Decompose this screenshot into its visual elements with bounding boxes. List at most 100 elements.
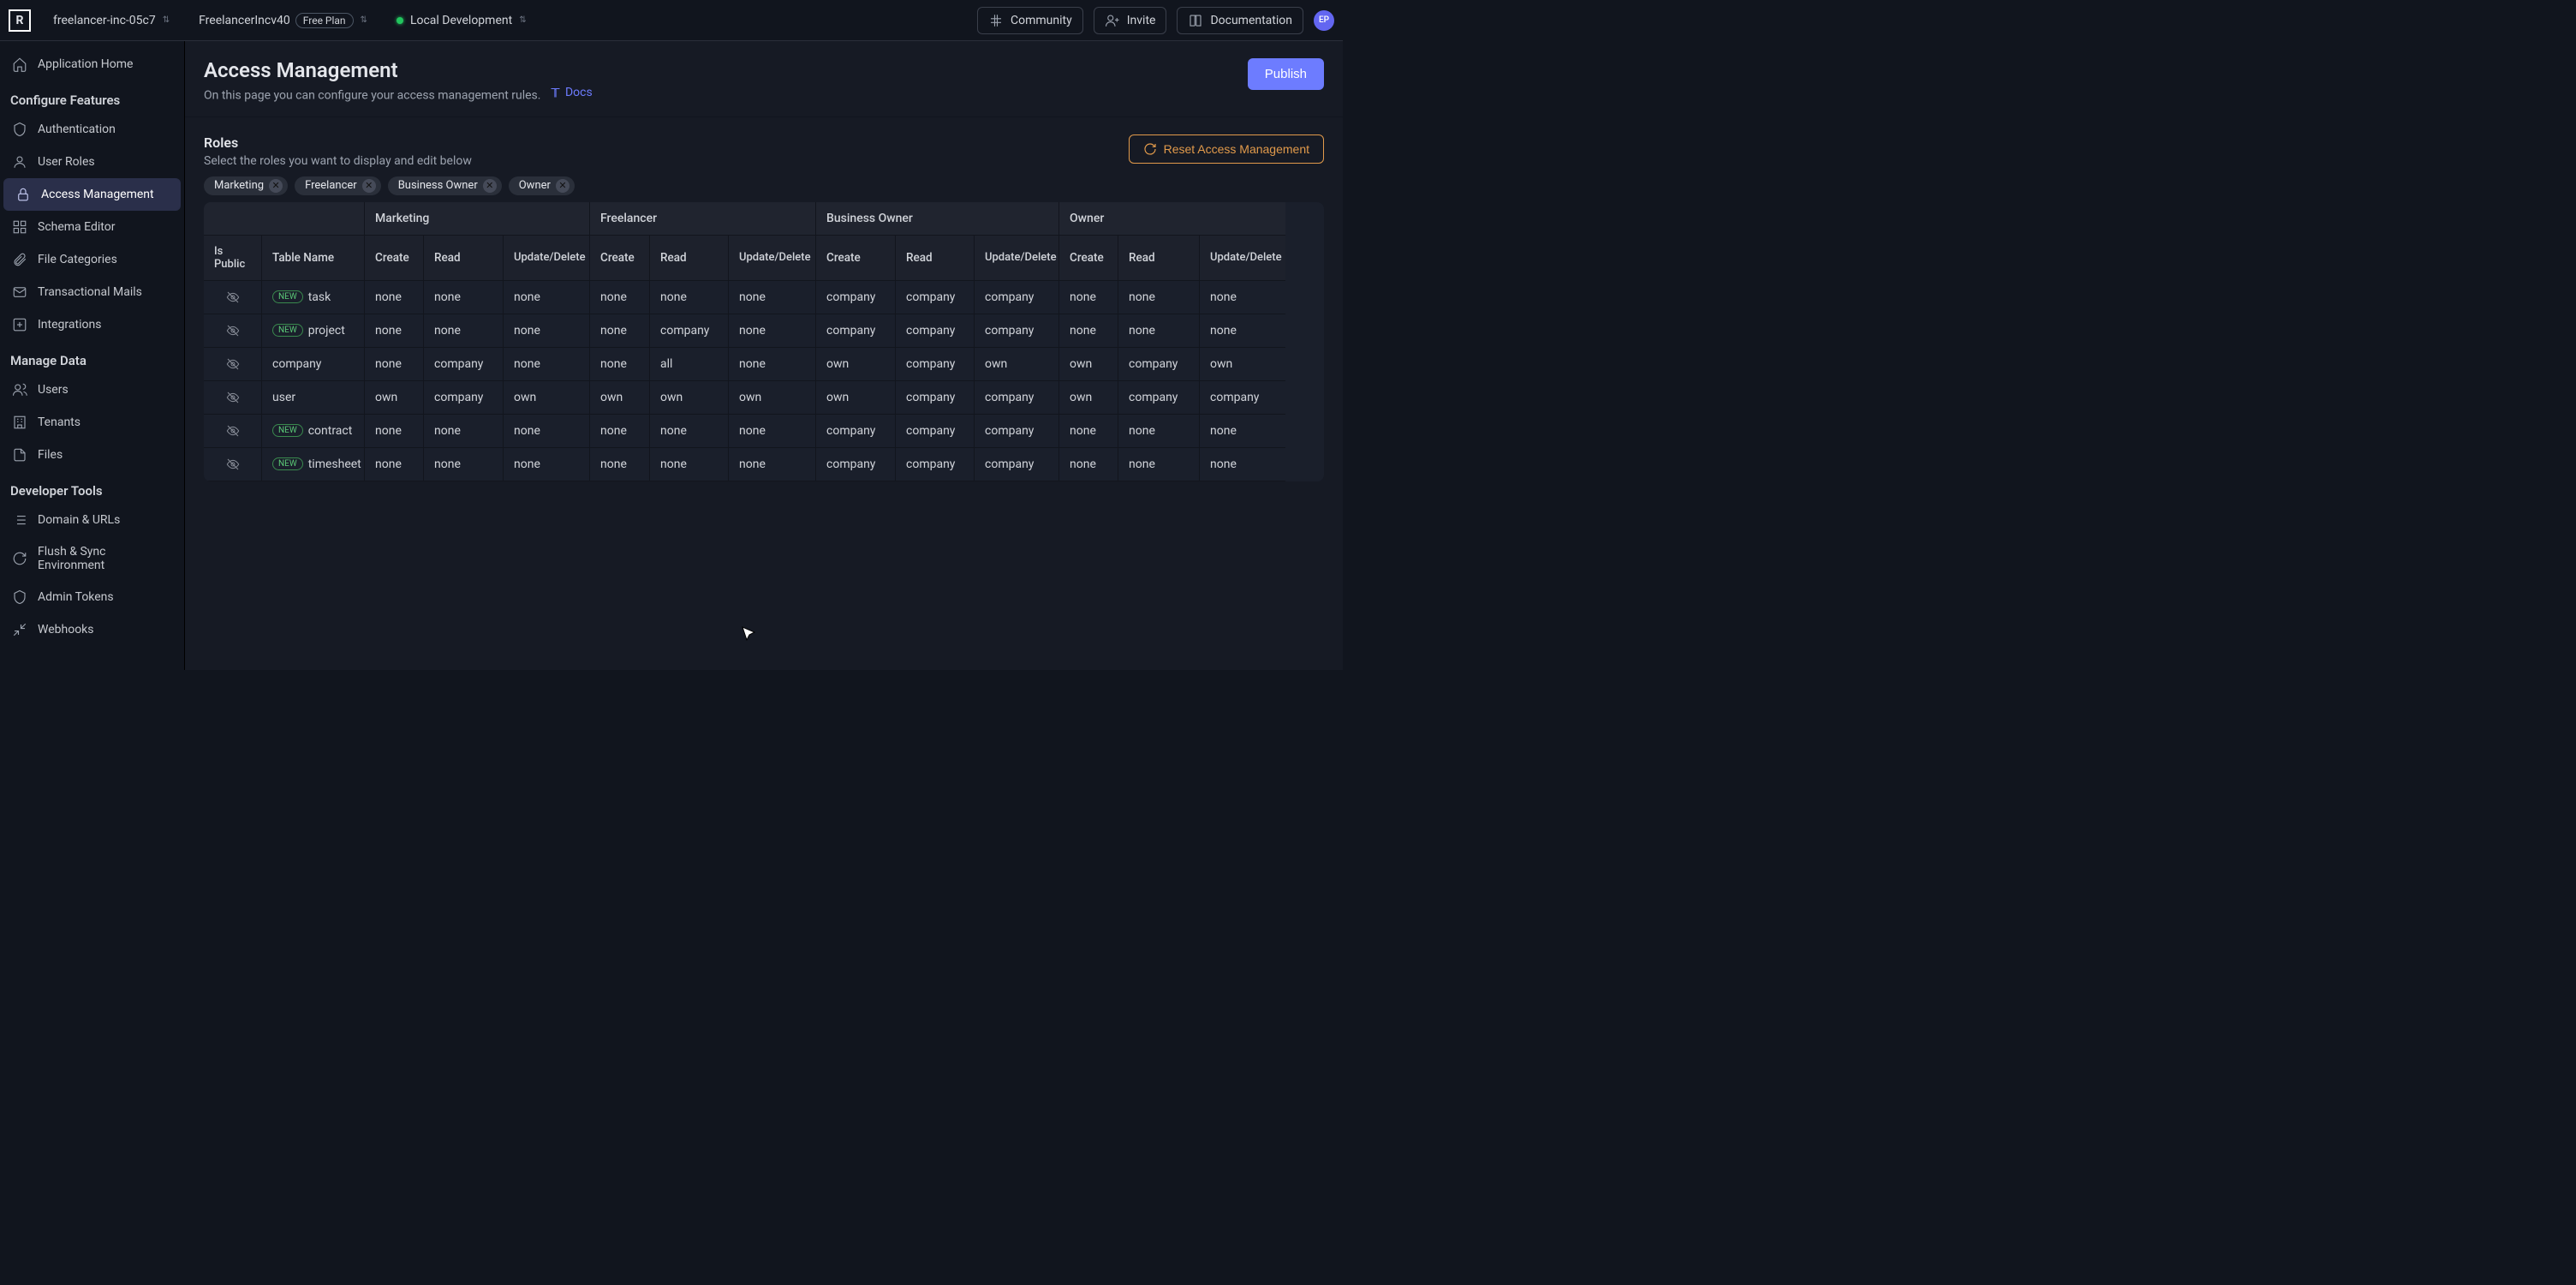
permission-cell[interactable]: company [896,415,975,448]
permission-cell[interactable]: company [424,381,504,415]
sidebar-item-tenants[interactable]: Tenants [0,406,184,439]
close-icon[interactable]: ✕ [362,179,376,193]
table-name-cell[interactable]: NEWtimesheet [262,448,365,481]
sidebar-item-transactional-mails[interactable]: Transactional Mails [0,276,184,308]
visibility-toggle[interactable] [204,448,262,481]
permission-cell[interactable]: company [816,314,896,348]
table-name-cell[interactable]: NEWcontract [262,415,365,448]
permission-cell[interactable]: none [504,348,590,381]
role-chip[interactable]: Owner✕ [509,176,575,195]
permission-cell[interactable]: none [504,281,590,314]
docs-link[interactable]: Docs [549,86,593,99]
permission-cell[interactable]: own [1200,348,1285,381]
visibility-toggle[interactable] [204,415,262,448]
permission-cell[interactable]: none [504,314,590,348]
permission-cell[interactable]: company [975,448,1059,481]
permission-cell[interactable]: own [1059,381,1118,415]
sidebar-item-domain-urls[interactable]: Domain & URLs [0,504,184,536]
permission-cell[interactable]: none [1118,415,1200,448]
permission-cell[interactable]: own [816,348,896,381]
permission-cell[interactable]: none [590,281,650,314]
permission-cell[interactable]: company [975,381,1059,415]
role-chip[interactable]: Freelancer✕ [295,176,381,195]
permission-cell[interactable]: own [365,381,424,415]
permission-cell[interactable]: none [729,314,816,348]
permission-cell[interactable]: own [816,381,896,415]
close-icon[interactable]: ✕ [556,179,569,193]
permission-cell[interactable]: company [896,314,975,348]
sidebar-item-flush-sync[interactable]: Flush & Sync Environment [0,536,184,581]
sidebar-item-files[interactable]: Files [0,439,184,471]
permission-cell[interactable]: company [650,314,729,348]
role-chip[interactable]: Business Owner✕ [388,176,502,195]
reset-button[interactable]: Reset Access Management [1129,134,1324,164]
permission-cell[interactable]: none [729,348,816,381]
publish-button[interactable]: Publish [1248,58,1324,90]
permission-cell[interactable]: none [1200,448,1285,481]
sidebar-item-admin-tokens[interactable]: Admin Tokens [0,581,184,613]
avatar[interactable]: EP [1314,10,1334,31]
table-name-cell[interactable]: NEWtask [262,281,365,314]
permission-cell[interactable]: none [1059,448,1118,481]
permission-cell[interactable]: own [504,381,590,415]
community-button[interactable]: Community [977,7,1083,34]
permission-cell[interactable]: own [1059,348,1118,381]
permission-cell[interactable]: none [365,314,424,348]
role-chip[interactable]: Marketing✕ [204,176,288,195]
permission-cell[interactable]: company [816,415,896,448]
sidebar-item-schema-editor[interactable]: Schema Editor [0,211,184,243]
permission-cell[interactable]: own [650,381,729,415]
permission-cell[interactable]: none [365,281,424,314]
permission-cell[interactable]: none [590,415,650,448]
org-switcher[interactable]: FreelancerIncv40 Free Plan ⇅ [192,9,374,32]
sidebar-item-user-roles[interactable]: User Roles [0,146,184,178]
permission-cell[interactable]: none [424,415,504,448]
close-icon[interactable]: ✕ [269,179,283,193]
permission-cell[interactable]: none [650,415,729,448]
permission-cell[interactable]: none [1118,281,1200,314]
close-icon[interactable]: ✕ [483,179,497,193]
permission-cell[interactable]: none [365,448,424,481]
table-name-cell[interactable]: company [262,348,365,381]
permission-cell[interactable]: none [729,415,816,448]
permission-cell[interactable]: none [365,348,424,381]
invite-button[interactable]: Invite [1094,7,1167,34]
permission-cell[interactable]: none [1200,415,1285,448]
permission-cell[interactable]: none [1200,314,1285,348]
visibility-toggle[interactable] [204,314,262,348]
env-switcher[interactable]: Local Development ⇅ [390,10,534,31]
sidebar-item-integrations[interactable]: Integrations [0,308,184,341]
permission-cell[interactable]: none [650,448,729,481]
permission-cell[interactable]: company [975,314,1059,348]
logo[interactable]: R [9,9,31,32]
permission-cell[interactable]: none [424,281,504,314]
permission-cell[interactable]: none [1059,281,1118,314]
permission-cell[interactable]: company [896,281,975,314]
permission-cell[interactable]: none [365,415,424,448]
permission-cell[interactable]: company [1200,381,1285,415]
permission-cell[interactable]: none [590,348,650,381]
permission-cell[interactable]: none [590,448,650,481]
permission-cell[interactable]: none [729,448,816,481]
permission-cell[interactable]: none [1118,314,1200,348]
visibility-toggle[interactable] [204,381,262,415]
permission-cell[interactable]: none [1118,448,1200,481]
permission-cell[interactable]: none [1200,281,1285,314]
permission-cell[interactable]: none [1059,314,1118,348]
permission-cell[interactable]: none [729,281,816,314]
permission-cell[interactable]: none [504,415,590,448]
project-switcher[interactable]: freelancer-inc-05c7 ⇅ [46,10,176,31]
permission-cell[interactable]: company [816,448,896,481]
permission-cell[interactable]: company [1118,381,1200,415]
permission-cell[interactable]: none [424,314,504,348]
visibility-toggle[interactable] [204,281,262,314]
permission-cell[interactable]: own [975,348,1059,381]
sidebar-item-access-management[interactable]: Access Management [3,178,181,211]
sidebar-item-file-categories[interactable]: File Categories [0,243,184,276]
sidebar-item-app-home[interactable]: Application Home [0,48,184,81]
permission-cell[interactable]: none [1059,415,1118,448]
permission-cell[interactable]: own [590,381,650,415]
permission-cell[interactable]: company [975,415,1059,448]
permission-cell[interactable]: company [896,381,975,415]
permission-cell[interactable]: company [816,281,896,314]
